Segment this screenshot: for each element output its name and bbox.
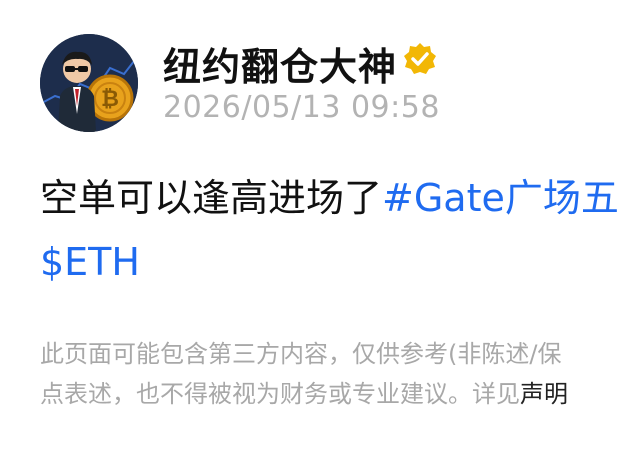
hashtag-link[interactable]: #Gate广场五 [382, 176, 619, 220]
post-card: ₿ 纽约翻仓大神 2026/05/13 09:58 空单可以逢高进场了#Gate… [0, 0, 637, 456]
disclaimer-text: 点表述，也不得被视为财务或专业建议。详见 [40, 380, 520, 408]
ticker-link[interactable]: $ETH [40, 240, 140, 284]
post-content: 空单可以逢高进场了#Gate广场五 $ETH [40, 166, 637, 294]
post-line-1: 空单可以逢高进场了#Gate广场五 [40, 166, 637, 230]
post-line-2: $ETH [40, 230, 637, 294]
svg-text:₿: ₿ [101, 87, 119, 112]
disclaimer-line-1: 此页面可能包含第三方内容，仅供参考(非陈述/保 [40, 340, 562, 368]
disclaimer-statement-link[interactable]: 声明 [520, 380, 568, 408]
post-timestamp: 2026/05/13 09:58 [163, 90, 440, 125]
disclaimer: 此页面可能包含第三方内容，仅供参考(非陈述/保 点表述，也不得被视为财务或专业建… [40, 334, 637, 414]
post-text: 空单可以逢高进场了 [40, 176, 383, 220]
verified-badge-icon [404, 43, 436, 74]
avatar[interactable]: ₿ [40, 34, 138, 132]
avatar-icon: ₿ [40, 34, 138, 132]
disclaimer-line-2: 点表述，也不得被视为财务或专业建议。详见声明 [40, 374, 637, 414]
author-name[interactable]: 纽约翻仓大神 [163, 36, 397, 91]
